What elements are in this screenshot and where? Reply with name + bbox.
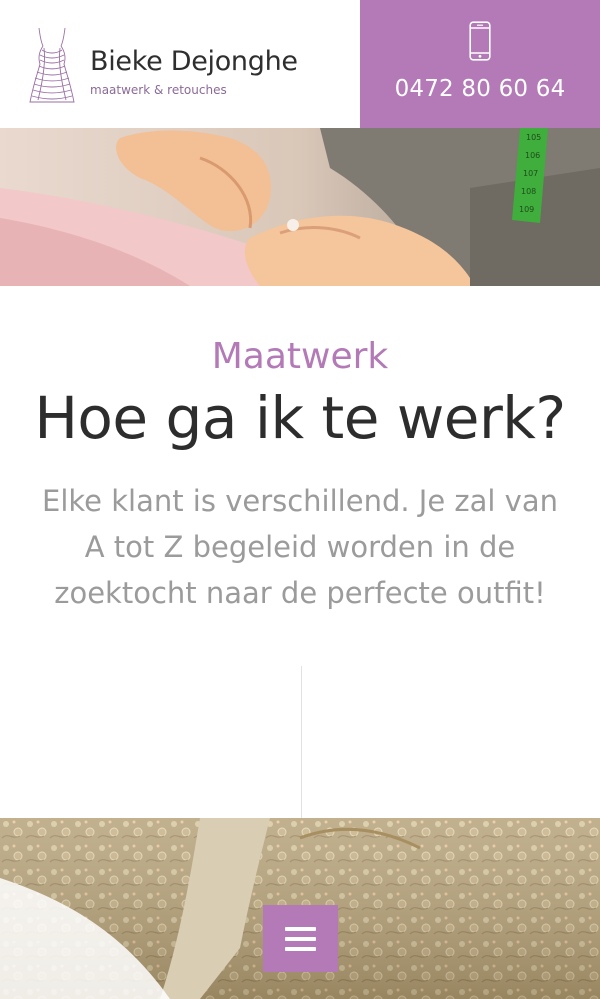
section-kicker: Maatwerk: [211, 336, 389, 377]
svg-text:109: 109: [519, 205, 534, 214]
page-title: Hoe ga ik te werk?: [34, 384, 566, 452]
svg-text:107: 107: [523, 169, 538, 178]
vertical-divider: [301, 666, 302, 818]
svg-text:108: 108: [521, 187, 536, 196]
svg-text:105: 105: [526, 133, 541, 142]
svg-text:106: 106: [525, 151, 540, 160]
intro-text: Elke klant is verschillend. Je zal van A…: [42, 484, 558, 610]
brand-name: Bieke Dejonghe: [90, 46, 298, 77]
brand-tagline: maatwerk & retouches: [90, 83, 227, 97]
phone-number[interactable]: 0472 80 60 64: [360, 76, 600, 102]
phone-call-button[interactable]: [360, 0, 600, 128]
sewing-hands-photo: 105 106 107 108 109: [0, 128, 600, 286]
site-header: Bieke Dejonghe maatwerk & retouches 0472…: [0, 0, 600, 128]
hero-photo-illustration: 105 106 107 108 109: [0, 128, 600, 286]
brand-home-link[interactable]: Bieke Dejonghe maatwerk & retouches: [0, 0, 360, 128]
smartphone-icon: [469, 21, 491, 61]
menu-button[interactable]: [263, 905, 338, 972]
dress-logo-icon: [29, 27, 75, 103]
